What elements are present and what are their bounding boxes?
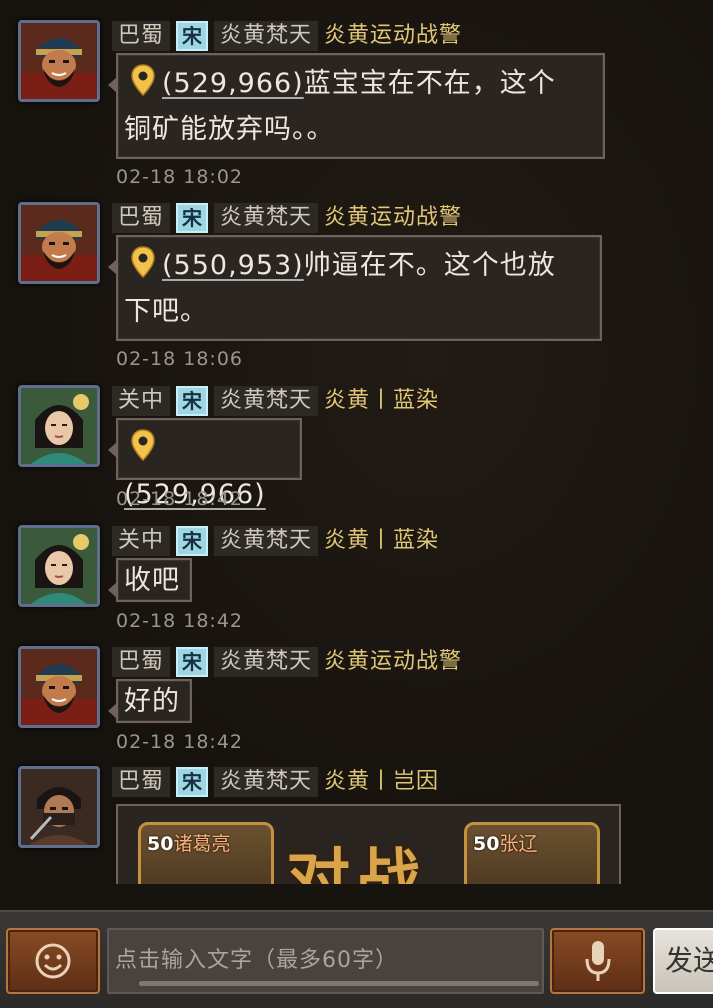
message-header: 巴蜀 宋 炎黄梵天 炎黄运动战警 bbox=[112, 20, 462, 52]
faction-badge: 宋 bbox=[176, 647, 209, 677]
lady-portrait-icon bbox=[21, 388, 97, 464]
faction-badge: 宋 bbox=[176, 386, 209, 416]
sender-name[interactable]: 炎黄运动战警 bbox=[324, 647, 462, 677]
faction-badge: 宋 bbox=[176, 21, 209, 51]
general-card-left: 50诸葛亮 bbox=[138, 822, 274, 884]
message-bubble: (550,953)帅逼在不。这个也放 下吧。 bbox=[108, 235, 602, 341]
send-button[interactable]: 发送 bbox=[653, 928, 713, 994]
message-bubble: (529,966)蓝宝宝在不在，这个 铜矿能放弃吗。。 bbox=[108, 53, 605, 159]
alliance-tag[interactable]: 炎黄梵天 bbox=[214, 203, 319, 233]
sender-avatar[interactable] bbox=[18, 385, 100, 467]
message-text: 收吧 bbox=[124, 565, 180, 596]
region-tag: 巴蜀 bbox=[112, 21, 171, 51]
message-timestamp: 02-18 18:02 bbox=[116, 166, 244, 188]
message-timestamp: 02-18 18:42 bbox=[116, 731, 244, 753]
sender-avatar[interactable] bbox=[18, 20, 100, 102]
alliance-tag[interactable]: 炎黄梵天 bbox=[214, 386, 319, 416]
battle-report-card[interactable]: 50诸葛亮 对战 50张辽 bbox=[116, 804, 621, 884]
bearded-general-portrait-icon bbox=[21, 649, 97, 725]
sender-avatar[interactable] bbox=[18, 525, 100, 607]
location-pin-icon bbox=[130, 429, 156, 461]
sender-name[interactable]: 炎黄丨蓝染 bbox=[324, 526, 439, 556]
message-text-line2: 铜矿能放弃吗。。 bbox=[124, 114, 335, 145]
message-header: 关中 宋 炎黄梵天 炎黄丨蓝染 bbox=[112, 525, 439, 557]
message-input[interactable]: 点击输入文字（最多60字） bbox=[107, 928, 544, 994]
microphone-icon bbox=[585, 941, 610, 981]
message-text: 帅逼在不。这个也放 bbox=[303, 250, 556, 281]
message-timestamp: 02-18 18:06 bbox=[116, 348, 244, 370]
sender-avatar[interactable] bbox=[18, 202, 100, 284]
alliance-tag[interactable]: 炎黄梵天 bbox=[214, 526, 319, 556]
message-timestamp: 02-18 18:42 bbox=[116, 610, 244, 632]
duel-title: 对战 bbox=[286, 842, 426, 884]
alliance-tag[interactable]: 炎黄梵天 bbox=[214, 767, 319, 797]
input-scrollbar[interactable] bbox=[139, 981, 539, 986]
region-tag: 关中 bbox=[112, 526, 171, 556]
message-header: 巴蜀 宋 炎黄梵天 炎黄丨岂因 bbox=[112, 766, 439, 798]
region-tag: 巴蜀 bbox=[112, 203, 171, 233]
sender-name[interactable]: 炎黄运动战警 bbox=[324, 203, 462, 233]
faction-badge: 宋 bbox=[176, 203, 209, 233]
smiley-icon bbox=[35, 943, 71, 979]
masked-warrior-portrait-icon bbox=[21, 769, 97, 845]
location-pin-icon bbox=[130, 64, 156, 96]
message-text: 蓝宝宝在不在，这个 bbox=[303, 68, 556, 99]
message-text: 好的 bbox=[124, 686, 180, 717]
general-card-right-label: 50张辽 bbox=[473, 833, 538, 855]
alliance-tag[interactable]: 炎黄梵天 bbox=[214, 21, 319, 51]
general-card-left-label: 50诸葛亮 bbox=[147, 833, 231, 855]
bearded-general-portrait-icon bbox=[21, 23, 97, 99]
message-input-placeholder: 点击输入文字（最多60字） bbox=[115, 948, 398, 973]
sender-avatar[interactable] bbox=[18, 766, 100, 848]
sender-name[interactable]: 炎黄运动战警 bbox=[324, 21, 462, 51]
message-bubble: 好的 bbox=[108, 679, 192, 723]
general-card-right: 50张辽 bbox=[464, 822, 600, 884]
message-bubble: 收吧 bbox=[108, 558, 192, 602]
message-header: 巴蜀 宋 炎黄梵天 炎黄运动战警 bbox=[112, 646, 462, 678]
alliance-tag[interactable]: 炎黄梵天 bbox=[214, 647, 319, 677]
message-text-line2: 下吧。 bbox=[124, 296, 208, 327]
sender-avatar[interactable] bbox=[18, 646, 100, 728]
region-tag: 巴蜀 bbox=[112, 767, 171, 797]
bearded-general-portrait-icon bbox=[21, 205, 97, 281]
message-timestamp: 02-18 18:42 bbox=[116, 488, 244, 510]
chat-message-list[interactable]: 巴蜀 宋 炎黄梵天 炎黄运动战警 (529,966)蓝宝宝在不在，这个 铜矿能放… bbox=[0, 0, 713, 884]
sender-name[interactable]: 炎黄丨岂因 bbox=[324, 767, 439, 797]
faction-badge: 宋 bbox=[176, 526, 209, 556]
emoji-button[interactable] bbox=[6, 928, 100, 994]
coordinate-link[interactable]: (550,953) bbox=[162, 250, 304, 281]
location-pin-icon bbox=[130, 246, 156, 278]
message-bubble: (529,966) bbox=[108, 418, 302, 510]
lady-portrait-icon bbox=[21, 528, 97, 604]
message-header: 关中 宋 炎黄梵天 炎黄丨蓝染 bbox=[112, 385, 439, 417]
chat-input-bar: 点击输入文字（最多60字） 发送 bbox=[0, 910, 713, 1008]
faction-badge: 宋 bbox=[176, 767, 209, 797]
message-header: 巴蜀 宋 炎黄梵天 炎黄运动战警 bbox=[112, 202, 462, 234]
region-tag: 关中 bbox=[112, 386, 171, 416]
sender-name[interactable]: 炎黄丨蓝染 bbox=[324, 386, 439, 416]
voice-button[interactable] bbox=[550, 928, 645, 994]
region-tag: 巴蜀 bbox=[112, 647, 171, 677]
coordinate-link[interactable]: (529,966) bbox=[162, 68, 304, 99]
